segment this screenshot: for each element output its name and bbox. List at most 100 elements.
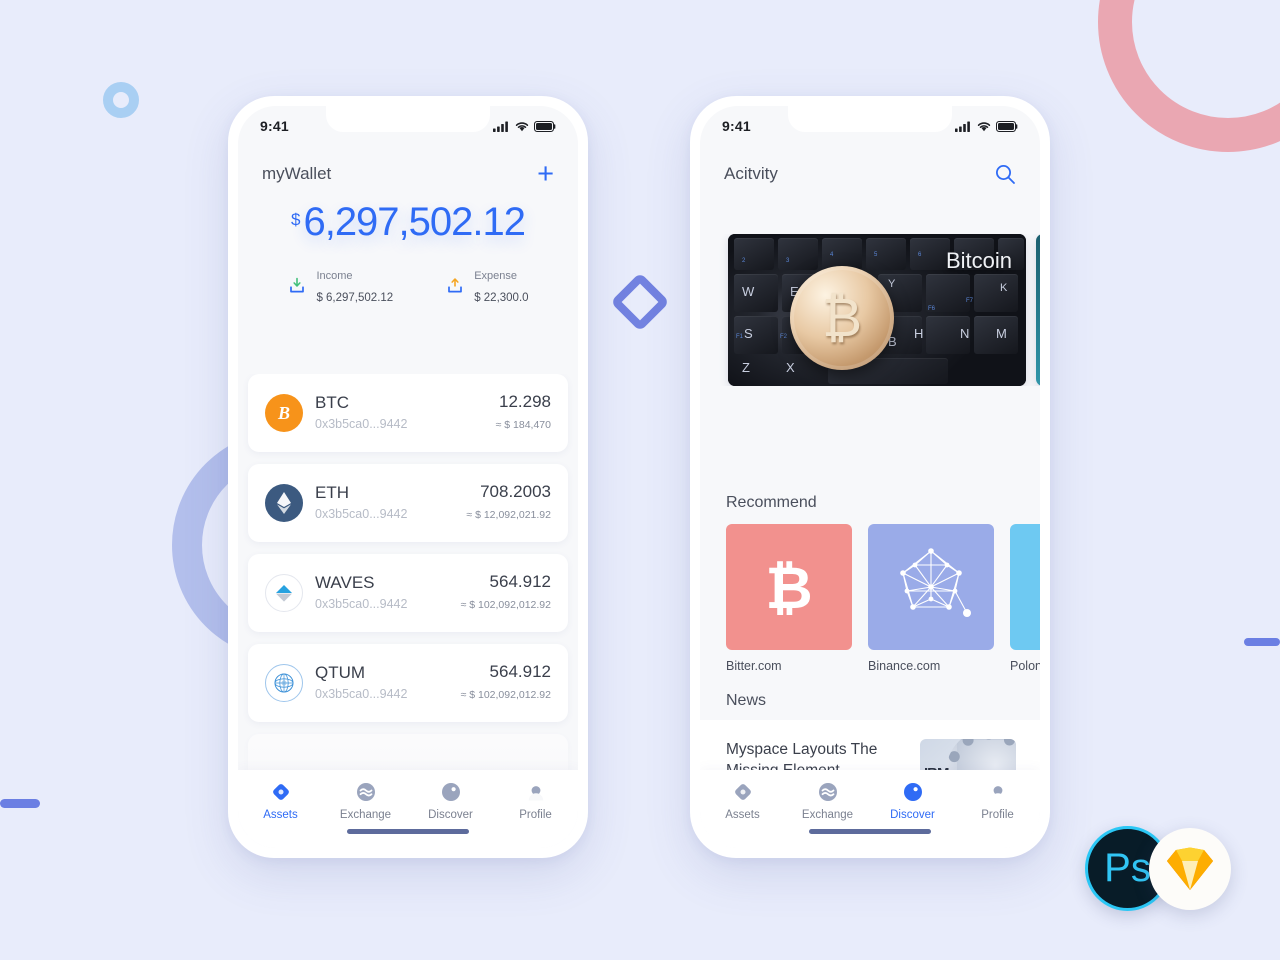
page-title: Acitvity	[724, 164, 778, 183]
balance-amount: 6,297,502.12	[303, 200, 526, 244]
waves-logo-icon	[265, 574, 303, 612]
home-indicator[interactable]	[347, 829, 469, 834]
sketch-logo	[1149, 828, 1231, 910]
wallet-header: myWallet +	[238, 146, 578, 202]
asset-address: 0x3b5ca0...9442	[315, 597, 408, 611]
recommend-tile	[868, 524, 994, 650]
device-notch	[788, 106, 952, 132]
asset-address: 0x3b5ca0...9442	[315, 417, 408, 431]
asset-identity: WAVES 0x3b5ca0...9442	[315, 572, 461, 614]
blue-ring-decoration	[103, 82, 139, 118]
income-expense-row: Income $ 6,297,502.12 Expense $ 22,300.0	[238, 264, 578, 307]
tab-label: Assets	[263, 809, 298, 821]
asset-quantity: 708.2003	[480, 482, 551, 502]
device-notch	[326, 106, 490, 132]
expense-upload-icon	[448, 277, 463, 293]
tab-bar[interactable]: Assets Exchange Discover Profile	[238, 770, 578, 848]
svg-text:₿: ₿	[765, 556, 812, 621]
banner-bitcoin[interactable]: W E S Y H N M Z X B K F1 F2 F5 F6 F7 2	[728, 234, 1026, 386]
tab-label: Profile	[981, 809, 1014, 821]
asset-fiat-value: ≈ $ 184,470	[495, 419, 551, 431]
banner-carousel[interactable]: W E S Y H N M Z X B K F1 F2 F5 F6 F7 2	[700, 234, 1040, 386]
balance-currency: $	[290, 210, 301, 229]
bitcoin-glyph-icon: ₿	[765, 556, 812, 621]
pink-arc-decoration	[1098, 0, 1280, 152]
expense-item[interactable]: Expense $ 22,300.0	[445, 264, 529, 307]
income-download-icon	[290, 277, 305, 293]
asset-amounts: 564.912 ≈ $ 102,092,012.92	[461, 571, 551, 615]
recommend-card-label: Bitter.com	[726, 659, 782, 673]
qtum-logo-icon	[265, 664, 303, 702]
asset-identity: QTUM 0x3b5ca0...9442	[315, 662, 461, 704]
diamond-icon	[272, 784, 289, 800]
asset-fiat-value: ≈ $ 102,092,012.92	[460, 599, 551, 611]
diamond-icon	[734, 784, 751, 800]
exchange-wave-icon	[356, 783, 375, 801]
battery-icon	[534, 120, 556, 132]
income-item[interactable]: Income $ 6,297,502.12	[287, 264, 393, 307]
table-row[interactable]: WAVES 0x3b5ca0...9442 564.912 ≈ $ 102,09…	[248, 554, 568, 632]
tab-profile[interactable]: Profile	[955, 780, 1040, 821]
home-indicator[interactable]	[809, 829, 931, 834]
tab-assets[interactable]: Assets	[700, 780, 785, 821]
asset-list[interactable]: B BTC 0x3b5ca0...9442 12.298 ≈ $ 184,470	[238, 374, 578, 804]
wallet-screen: 9:41 myWallet + $ 6,297,502.12 Income $ …	[238, 106, 578, 848]
recommend-carousel[interactable]: ₿ Bitter.com Binance.com Polon	[700, 524, 1040, 684]
person-icon	[990, 786, 1005, 801]
tab-label: Discover	[428, 809, 473, 821]
tab-profile[interactable]: Profile	[493, 780, 578, 821]
btc-logo-icon: B	[265, 394, 303, 432]
recommend-card-binance[interactable]: Binance.com	[868, 524, 994, 684]
bitcoin-coin-icon: ₿	[790, 266, 894, 370]
asset-symbol: ETH	[315, 483, 349, 502]
compass-icon	[441, 783, 460, 801]
page-title: myWallet	[262, 164, 332, 183]
add-wallet-button[interactable]: +	[537, 159, 554, 189]
expense-label: Expense	[474, 270, 517, 282]
tab-discover[interactable]: Discover	[408, 780, 493, 821]
tab-label: Assets	[725, 809, 760, 821]
tab-label: Profile	[519, 809, 552, 821]
recommend-tile: ₿	[726, 524, 852, 650]
asset-amounts: 564.912 ≈ $ 102,092,012.92	[461, 661, 551, 705]
recommend-card-poloniex[interactable]: Polonie	[1010, 524, 1040, 684]
recommend-card-label: Binance.com	[868, 659, 941, 673]
exchange-wave-icon	[818, 783, 837, 801]
income-value: $ 6,297,502.12	[316, 291, 394, 304]
recommend-card-label: Polonie	[1010, 659, 1040, 673]
tab-discover[interactable]: Discover	[870, 780, 955, 821]
tab-exchange[interactable]: Exchange	[323, 780, 408, 821]
asset-quantity: 564.912	[489, 572, 551, 592]
asset-symbol: WAVES	[315, 573, 375, 592]
asset-address: 0x3b5ca0...9442	[315, 507, 408, 521]
wifi-icon	[977, 121, 991, 131]
search-button[interactable]	[994, 163, 1016, 185]
table-row[interactable]: QTUM 0x3b5ca0...9442 564.912 ≈ $ 102,092…	[248, 644, 568, 722]
compass-icon	[903, 783, 922, 801]
balance-section: $ 6,297,502.12 Income $ 6,297,502.12 Exp…	[238, 202, 578, 307]
income-text: Income $ 6,297,502.12	[316, 264, 393, 307]
tab-exchange[interactable]: Exchange	[785, 780, 870, 821]
status-time: 9:41	[722, 118, 751, 134]
expense-value: $ 22,300.0	[474, 291, 529, 304]
table-row[interactable]: B BTC 0x3b5ca0...9442 12.298 ≈ $ 184,470	[248, 374, 568, 452]
table-row[interactable]: ETH 0x3b5ca0...9442 708.2003 ≈ $ 12,092,…	[248, 464, 568, 542]
wifi-icon	[515, 121, 529, 131]
tab-label: Exchange	[339, 809, 392, 821]
news-section-title: News	[726, 692, 767, 709]
sketch-gem-icon	[1167, 847, 1213, 890]
asset-symbol: QTUM	[315, 663, 366, 682]
asset-quantity: 12.298	[499, 392, 551, 412]
blue-dash-decoration-right	[1244, 638, 1280, 646]
banner-secondary[interactable]	[1036, 234, 1040, 386]
search-icon	[996, 165, 1015, 184]
recommend-section-title: Recommend	[726, 494, 817, 511]
tab-assets[interactable]: Assets	[238, 780, 323, 821]
eth-logo-icon	[265, 484, 303, 522]
status-icons	[493, 120, 556, 132]
status-time: 9:41	[260, 118, 289, 134]
photoshop-logo-text: Ps	[1104, 846, 1151, 890]
recommend-card-bitter[interactable]: ₿ Bitter.com	[726, 524, 852, 684]
tab-bar[interactable]: Assets Exchange Discover Profile	[700, 770, 1040, 848]
network-graph-icon	[900, 548, 971, 617]
